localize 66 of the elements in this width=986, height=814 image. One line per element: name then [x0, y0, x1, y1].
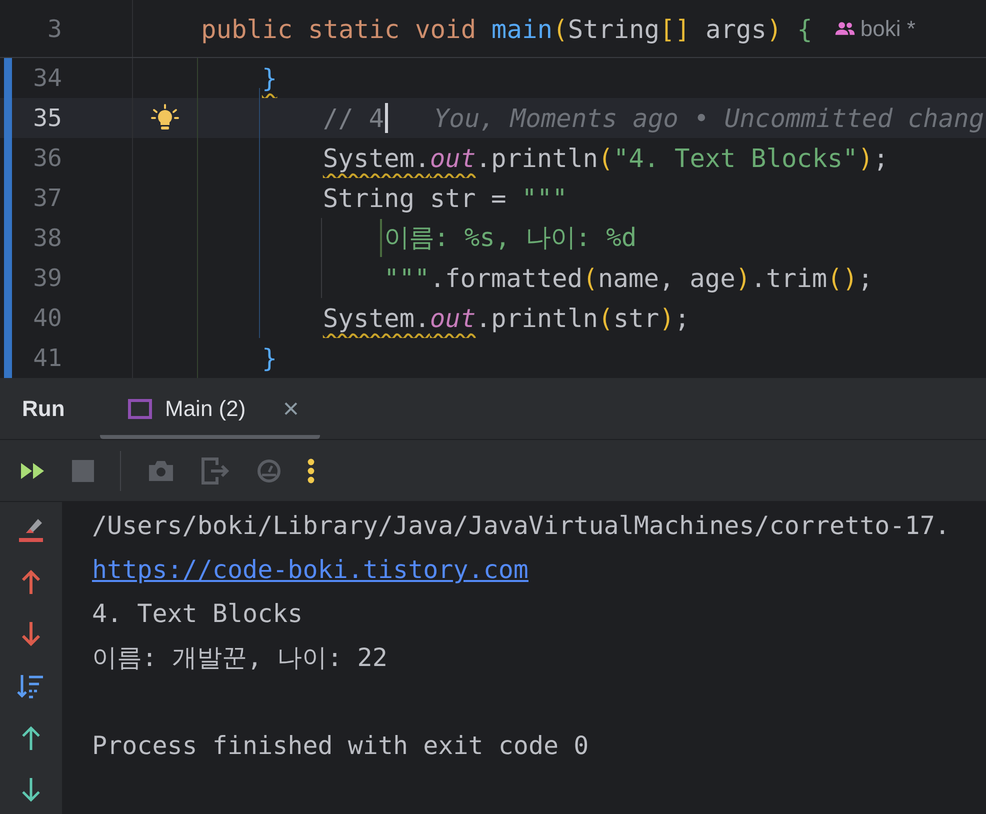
run-tab[interactable]: Main (2) × [100, 378, 320, 439]
code-string: """ [522, 183, 568, 213]
line-number: 37 [32, 184, 62, 212]
arrow-down-icon[interactable] [20, 777, 42, 803]
code-method: main [491, 14, 553, 44]
line-number: 3 [46, 14, 62, 42]
console-link[interactable]: https://code-boki.tistory.com [92, 555, 528, 584]
code-text: ; [858, 263, 874, 293]
text-cursor [385, 103, 388, 133]
console-output: 이름: 개발꾼, 나이: 22 [92, 643, 388, 672]
code-comment: // 4 [322, 103, 384, 133]
panel-title: Run [22, 396, 66, 422]
line-number: 38 [32, 224, 62, 252]
code-bracket: ) [659, 303, 674, 333]
code-string: """ [384, 263, 430, 293]
close-icon[interactable]: × [282, 392, 300, 424]
code-bracket: ) [766, 14, 782, 44]
code-bracket: () [827, 263, 858, 293]
console-output: /Users/boki/Library/Java/JavaVirtualMachines/corretto-17. [92, 511, 950, 540]
code-text: String [568, 14, 660, 44]
code-text: .println [476, 303, 598, 333]
lightbulb-icon[interactable] [151, 104, 179, 132]
code-bracket: ) [735, 263, 751, 293]
inlay-hint: You, Moments ago • Uncommitted chang [432, 103, 984, 133]
author-hint: boki * [860, 16, 916, 42]
code-text: name, age [598, 263, 736, 293]
code-text: ; [674, 303, 690, 333]
code-text: ; [873, 143, 889, 173]
line-number: 34 [32, 64, 62, 92]
code-text: args [704, 14, 767, 44]
line-number: 40 [32, 304, 62, 332]
code-text: .formatted [430, 263, 583, 293]
code-bracket: } [262, 343, 278, 373]
line-number: 39 [32, 264, 62, 292]
arrow-up-icon[interactable] [20, 725, 42, 751]
code-field: out [430, 143, 476, 173]
arrow-down-icon[interactable] [20, 621, 42, 647]
line-number: 41 [32, 344, 62, 372]
code-bracket: ( [598, 303, 614, 333]
code-bracket: ) [858, 143, 874, 173]
more-icon[interactable] [307, 458, 315, 484]
console-output: 4. Text Blocks [92, 599, 303, 628]
code-field: out [430, 303, 476, 333]
window-icon [128, 398, 152, 418]
console-output: Process finished with exit code 0 [92, 731, 589, 760]
code-text: str [613, 303, 660, 333]
code-bracket: [] [660, 14, 690, 44]
people-icon [834, 21, 856, 36]
code-text: .trim [750, 263, 828, 293]
code-text: String str = [322, 183, 508, 213]
sort-icon[interactable] [17, 673, 45, 699]
line-number: 35 [32, 104, 62, 132]
code-bracket: { [797, 14, 812, 44]
code-bracket: ( [582, 263, 598, 293]
arrow-up-icon[interactable] [20, 569, 42, 595]
code-keyword: public static void [200, 14, 478, 44]
code-text: .println [476, 143, 598, 173]
code-string: "4. Text Blocks" [613, 143, 858, 173]
line-number: 36 [32, 144, 62, 172]
clear-icon[interactable] [18, 517, 44, 543]
code-bracket: ( [552, 14, 568, 44]
code-text: System. [322, 303, 430, 333]
code-bracket: } [262, 63, 278, 93]
code-text: System. [322, 143, 430, 173]
code-string: 이름: %s, 나이: %d [384, 221, 637, 254]
code-bracket: ( [598, 143, 614, 173]
